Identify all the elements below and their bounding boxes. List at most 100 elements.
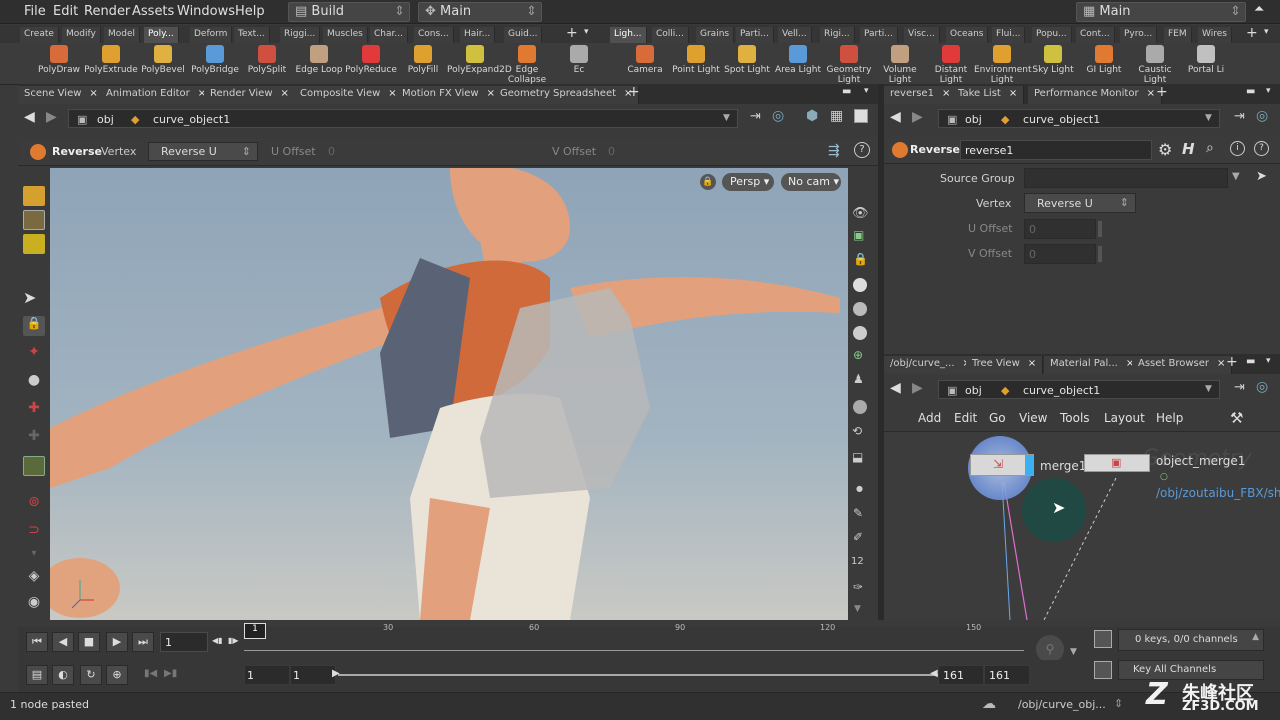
- persp-menu[interactable]: Persp ▾: [722, 173, 774, 191]
- key-icon[interactable]: ⚲: [1036, 635, 1064, 663]
- step-forward-icon[interactable]: ▮▶: [228, 636, 239, 645]
- menu-file[interactable]: File: [24, 4, 46, 19]
- pin-icon[interactable]: ⇥: [750, 109, 761, 124]
- jump-start-button[interactable]: ⏮: [26, 632, 48, 652]
- cloud-icon[interactable]: ☁: [982, 696, 996, 712]
- param-pane-menu-icon[interactable]: ▾: [1266, 86, 1271, 96]
- add-shelf-right-icon[interactable]: +: [1246, 25, 1258, 41]
- shelf-tab-right-0[interactable]: Ligh...: [610, 27, 647, 43]
- range-handle-right-icon[interactable]: ◀: [930, 668, 938, 679]
- net-menu-edit[interactable]: Edit: [954, 411, 977, 425]
- range-next-icon[interactable]: ▶▮: [164, 668, 177, 679]
- view-tool-icon[interactable]: ◈: [23, 568, 45, 588]
- lock-icon[interactable]: 🔒: [23, 316, 45, 336]
- pose-tool-icon[interactable]: ✚: [23, 428, 45, 448]
- net-back-icon[interactable]: ◀: [890, 380, 901, 396]
- shelf-tab-right-11[interactable]: Cont...: [1076, 27, 1115, 43]
- shelf-tab-11[interactable]: Guid...: [504, 27, 543, 43]
- settings-gear-icon[interactable]: ⚙: [1158, 140, 1172, 159]
- link-icon[interactable]: ◎: [772, 108, 784, 124]
- v-offset-slider[interactable]: [1098, 246, 1102, 262]
- net-path-root[interactable]: obj: [965, 384, 982, 397]
- net-menu-help[interactable]: Help: [1156, 411, 1183, 425]
- shelf-tab-right-1[interactable]: Colli...: [652, 27, 689, 43]
- net-path-node[interactable]: curve_object1: [1023, 384, 1100, 397]
- net-pane-menu-icon[interactable]: ▾: [1266, 356, 1271, 366]
- shelf-tab-right-14[interactable]: Wires: [1198, 27, 1232, 43]
- net-tab-0[interactable]: /obj/curve_...×: [884, 356, 978, 374]
- param-tab-1[interactable]: Take List ×: [952, 86, 1025, 104]
- shelf-tab-right-9[interactable]: Flui...: [992, 27, 1026, 43]
- object-merge-path[interactable]: /obj/zoutaibu_FBX/she: [1156, 486, 1280, 500]
- key-all-channels-button[interactable]: Key All Channels: [1118, 660, 1264, 680]
- handle-tool-icon[interactable]: [23, 456, 45, 476]
- shelf-tool-right-geometry-light[interactable]: Geometry Light: [821, 45, 877, 85]
- net-menu-go[interactable]: Go: [989, 411, 1006, 425]
- net-tab-2[interactable]: Material Pal... ×: [1044, 356, 1142, 374]
- dot-icon[interactable]: ●: [856, 484, 863, 493]
- net-menu-layout[interactable]: Layout: [1104, 411, 1145, 425]
- pane-tab-2[interactable]: Render View ×: [204, 86, 296, 104]
- magnet-icon[interactable]: ⊃: [23, 522, 45, 542]
- param-help-icon[interactable]: ?: [1254, 141, 1269, 156]
- desktop-selector[interactable]: ▤ Build ⇕: [288, 2, 410, 22]
- pane-tab-4[interactable]: Motion FX View ×: [396, 86, 502, 104]
- pane-tab-1[interactable]: Animation Editor ×: [100, 86, 214, 104]
- render-icon[interactable]: ⬓: [852, 450, 863, 464]
- menu-assets[interactable]: Assets: [132, 4, 174, 19]
- shelf-menu-icon[interactable]: ▾: [584, 27, 589, 37]
- merge-node[interactable]: ⇲: [970, 454, 1034, 476]
- display-flag[interactable]: [1025, 455, 1033, 475]
- menu-edit[interactable]: Edit: [53, 4, 78, 19]
- channel-list-icon[interactable]: [1094, 630, 1112, 648]
- jump-end-button[interactable]: ⏭: [132, 632, 154, 652]
- vis-icon[interactable]: [853, 400, 867, 414]
- add-shelf-icon[interactable]: +: [566, 25, 578, 41]
- move-tool-icon[interactable]: ✦: [23, 344, 45, 364]
- param-tab-0[interactable]: reverse1 ×: [884, 86, 958, 104]
- net-pane-maximize-icon[interactable]: ▬: [1246, 356, 1255, 367]
- key-menu-icon[interactable]: ▼: [1070, 647, 1077, 657]
- audio-icon[interactable]: ◐: [52, 665, 74, 685]
- menu-help[interactable]: Help: [235, 4, 265, 19]
- eye-icon[interactable]: 👁: [852, 206, 869, 221]
- status-path[interactable]: /obj/curve_obj...: [1018, 698, 1106, 711]
- edit-mode-icon[interactable]: [23, 234, 45, 254]
- close-icon[interactable]: ×: [942, 88, 950, 99]
- close-icon[interactable]: ×: [1147, 88, 1155, 99]
- pane-tab-5[interactable]: Geometry Spreadsheet ×: [494, 86, 640, 104]
- pen-icon[interactable]: ✎: [853, 506, 863, 520]
- param-link-icon[interactable]: ◎: [1256, 108, 1268, 124]
- shelf-tool-right-environment-light[interactable]: Environment Light: [974, 45, 1031, 85]
- pane-tab-3[interactable]: Composite View ×: [294, 86, 404, 104]
- menu-expand-icon[interactable]: ⏶: [1254, 2, 1264, 17]
- range-slider[interactable]: [338, 674, 938, 676]
- net-link-icon[interactable]: ◎: [1256, 379, 1268, 395]
- shelf-tab-4[interactable]: Deform: [190, 27, 233, 43]
- shelf-tab-8[interactable]: Char...: [370, 27, 408, 43]
- param-tab-2[interactable]: Performance Monitor ×: [1028, 86, 1162, 104]
- shelf-tool-polybevel[interactable]: PolyBevel: [135, 45, 191, 75]
- figure-icon[interactable]: ♟: [853, 372, 864, 386]
- network-editor[interactable]: Geometry ⇲ merge1 ➤ ▣ object_merge1 ○ /o…: [884, 432, 1280, 620]
- scale-tool-icon[interactable]: ✚: [23, 400, 45, 420]
- path-dropdown-icon[interactable]: ▼: [723, 113, 730, 123]
- ghost-icon[interactable]: [853, 278, 867, 292]
- add-point-icon[interactable]: ⊕: [853, 348, 863, 362]
- shelf-tool-right-sky-light[interactable]: Sky Light: [1025, 45, 1081, 75]
- add-net-tab-icon[interactable]: +: [1226, 354, 1238, 370]
- houdini-h-icon[interactable]: H: [1182, 140, 1195, 158]
- right-shelf-set-selector[interactable]: ▦ Main ⇕: [1076, 2, 1246, 22]
- param-path-node[interactable]: curve_object1: [1023, 113, 1100, 126]
- lighting-icon[interactable]: [853, 326, 867, 340]
- shelf-tool-ec[interactable]: Ec: [551, 45, 607, 75]
- close-icon[interactable]: ×: [1217, 358, 1225, 369]
- shelf-tool-polyfill[interactable]: PolyFill: [395, 45, 451, 75]
- paint-icon[interactable]: ✑: [853, 580, 863, 594]
- source-group-field[interactable]: [1024, 168, 1228, 188]
- range-start2-field[interactable]: 1: [290, 665, 336, 685]
- back-icon[interactable]: ◀: [24, 109, 35, 125]
- u-offset-field[interactable]: 0: [328, 145, 335, 158]
- param-pane-maximize-icon[interactable]: ▬: [1246, 86, 1255, 97]
- net-tab-1[interactable]: Tree View ×: [966, 356, 1044, 374]
